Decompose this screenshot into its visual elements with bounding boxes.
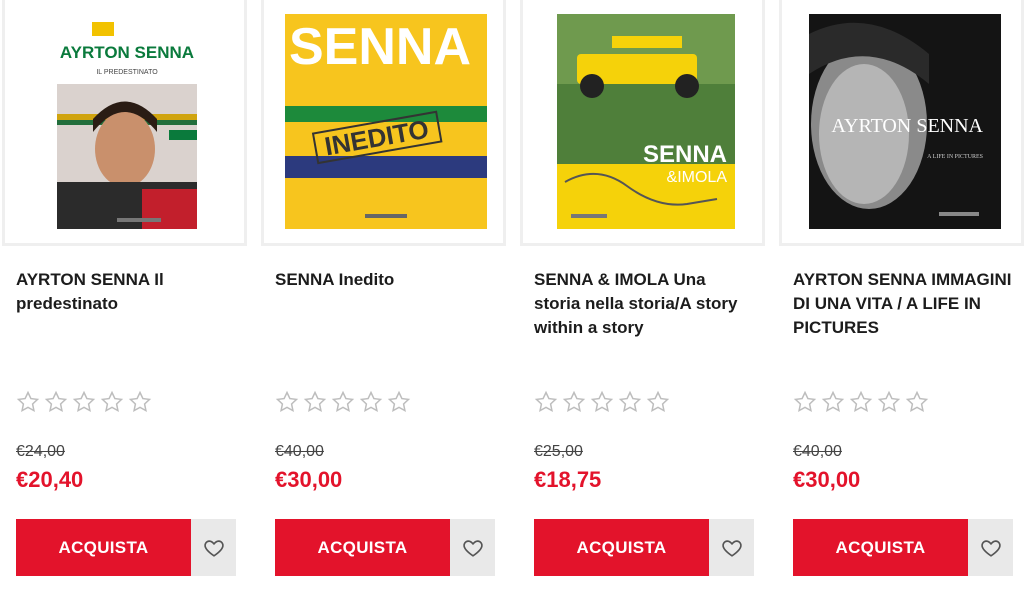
star-outline-icon bbox=[72, 390, 96, 414]
rating-stars bbox=[16, 390, 152, 414]
rating-stars bbox=[793, 390, 929, 414]
original-price: €40,00 bbox=[793, 443, 842, 460]
product-card: SENNA INEDITO SENNA Inedito €40,00 €30,0… bbox=[259, 0, 506, 589]
product-image-link[interactable]: AYRTON SENNA IL PREDESTINATO bbox=[2, 0, 247, 246]
book-cover-image: AYRTON SENNA IL PREDESTINATO bbox=[57, 14, 197, 229]
star-outline-icon bbox=[331, 390, 355, 414]
book-cover-image: SENNA &IMOLA bbox=[557, 14, 735, 229]
product-title[interactable]: AYRTON SENNA IMMAGINI DI UNA VITA / A LI… bbox=[793, 268, 1015, 340]
wishlist-button[interactable] bbox=[450, 519, 495, 576]
product-title[interactable]: SENNA & IMOLA Una storia nella storia/A … bbox=[534, 268, 756, 340]
star-outline-icon bbox=[275, 390, 299, 414]
product-image-link[interactable]: SENNA &IMOLA bbox=[520, 0, 765, 246]
wishlist-button[interactable] bbox=[191, 519, 236, 576]
star-outline-icon bbox=[793, 390, 817, 414]
star-outline-icon bbox=[303, 390, 327, 414]
star-outline-icon bbox=[905, 390, 929, 414]
product-card: SENNA &IMOLA SENNA & IMOLA Una storia ne… bbox=[518, 0, 765, 589]
star-outline-icon bbox=[590, 390, 614, 414]
sale-price: €20,40 bbox=[16, 467, 84, 492]
product-title[interactable]: SENNA Inedito bbox=[275, 268, 497, 292]
svg-text:AYRTON SENNA: AYRTON SENNA bbox=[60, 43, 194, 62]
star-outline-icon bbox=[128, 390, 152, 414]
rating-stars bbox=[534, 390, 670, 414]
svg-text:SENNA: SENNA bbox=[289, 18, 471, 76]
sale-price: €18,75 bbox=[534, 467, 602, 492]
star-outline-icon bbox=[359, 390, 383, 414]
heart-outline-icon bbox=[721, 539, 742, 557]
svg-text:SENNA: SENNA bbox=[643, 141, 727, 168]
svg-text:AYRTON SENNA: AYRTON SENNA bbox=[831, 115, 983, 137]
product-card: AYRTON SENNA A LIFE IN PICTURES AYRTON S… bbox=[777, 0, 1024, 589]
original-price: €40,00 bbox=[275, 443, 324, 460]
buy-button[interactable]: ACQUISTA bbox=[16, 519, 191, 576]
star-outline-icon bbox=[646, 390, 670, 414]
star-outline-icon bbox=[44, 390, 68, 414]
book-cover-image: AYRTON SENNA A LIFE IN PICTURES bbox=[809, 14, 1001, 229]
original-price: €25,00 bbox=[534, 443, 583, 460]
sale-price: €30,00 bbox=[793, 467, 861, 492]
star-outline-icon bbox=[562, 390, 586, 414]
buy-button[interactable]: ACQUISTA bbox=[793, 519, 968, 576]
heart-outline-icon bbox=[203, 539, 224, 557]
star-outline-icon bbox=[821, 390, 845, 414]
star-outline-icon bbox=[534, 390, 558, 414]
wishlist-button[interactable] bbox=[709, 519, 754, 576]
star-outline-icon bbox=[877, 390, 901, 414]
star-outline-icon bbox=[387, 390, 411, 414]
buy-button[interactable]: ACQUISTA bbox=[534, 519, 709, 576]
svg-text:&IMOLA: &IMOLA bbox=[667, 169, 728, 186]
product-image-link[interactable]: SENNA INEDITO bbox=[261, 0, 506, 246]
star-outline-icon bbox=[849, 390, 873, 414]
heart-outline-icon bbox=[980, 539, 1001, 557]
star-outline-icon bbox=[618, 390, 642, 414]
sale-price: €30,00 bbox=[275, 467, 343, 492]
book-cover-image: SENNA INEDITO bbox=[285, 14, 487, 229]
product-title[interactable]: AYRTON SENNA Il predestinato bbox=[16, 268, 238, 316]
buy-button[interactable]: ACQUISTA bbox=[275, 519, 450, 576]
svg-text:IL PREDESTINATO: IL PREDESTINATO bbox=[96, 69, 158, 76]
product-image-link[interactable]: AYRTON SENNA A LIFE IN PICTURES bbox=[779, 0, 1024, 246]
product-card: AYRTON SENNA IL PREDESTINATO AYRTON SENN… bbox=[0, 0, 247, 589]
rating-stars bbox=[275, 390, 411, 414]
star-outline-icon bbox=[16, 390, 40, 414]
heart-outline-icon bbox=[462, 539, 483, 557]
original-price: €24,00 bbox=[16, 443, 65, 460]
svg-text:A LIFE IN PICTURES: A LIFE IN PICTURES bbox=[927, 154, 983, 160]
star-outline-icon bbox=[100, 390, 124, 414]
wishlist-button[interactable] bbox=[968, 519, 1013, 576]
